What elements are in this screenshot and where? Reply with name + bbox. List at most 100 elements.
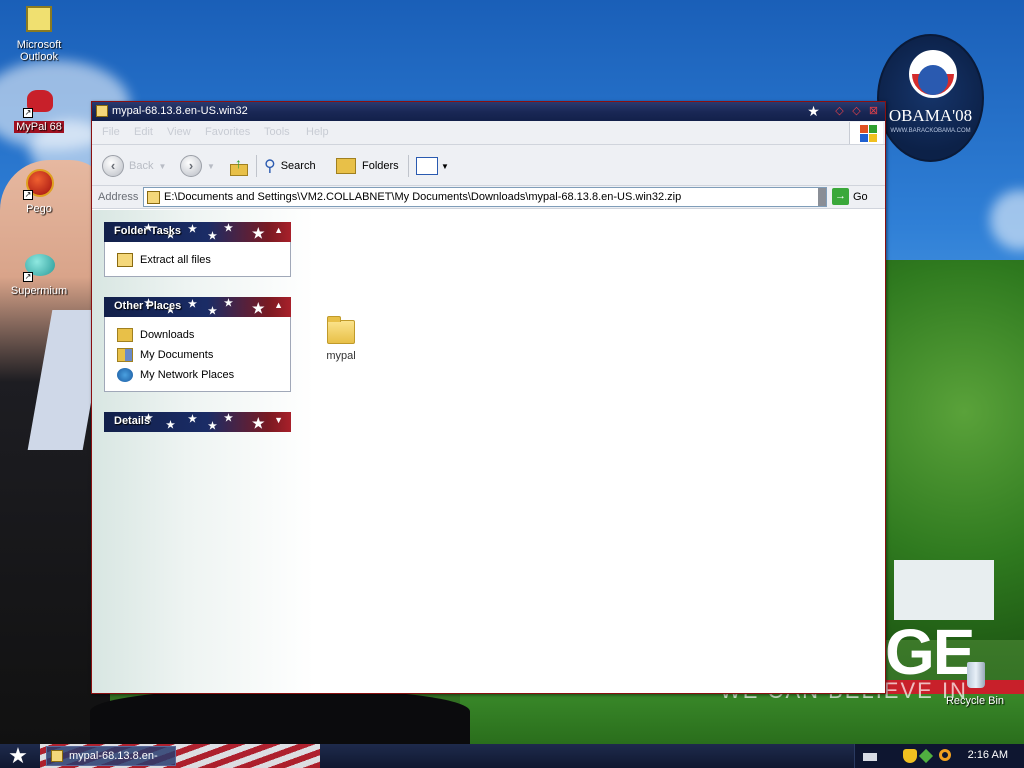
- up-folder-button[interactable]: ↑: [229, 153, 249, 179]
- folder-tasks-header[interactable]: ★ ★ ★ ★ ★ ★ Folder Tasks ▲: [104, 222, 291, 242]
- other-places-body: Downloads My Documents My Network Places: [104, 317, 291, 392]
- back-button[interactable]: ‹ Back ▼: [102, 153, 166, 179]
- toolbar-separator: [408, 155, 409, 177]
- other-places-header[interactable]: ★ ★ ★ ★ ★ ★ Other Places ▲: [104, 297, 291, 317]
- badge-name: OBAMA'08: [888, 106, 973, 125]
- star-icon: ★: [188, 224, 197, 235]
- link-downloads[interactable]: Downloads: [117, 325, 290, 345]
- menu-help[interactable]: Help: [306, 126, 329, 138]
- details-header[interactable]: ★ ★ ★ ★ ★ ★ Details ▼: [104, 412, 291, 432]
- star-icon: ★: [807, 103, 820, 119]
- taskbar: ★ mypal-68.13.8.en- 2:16 AM: [0, 744, 1024, 768]
- star-icon: ★: [224, 413, 233, 424]
- windows-logo-icon: [849, 122, 883, 144]
- zip-folder-icon: [147, 191, 160, 204]
- extract-icon: [117, 253, 133, 267]
- star-icon: ★: [224, 298, 233, 309]
- star-icon: ★: [208, 231, 217, 242]
- address-input[interactable]: E:\Documents and Settings\VM2.COLLABNET\…: [143, 187, 827, 207]
- recycle-bin-icon: [959, 660, 991, 692]
- address-label: Address: [98, 191, 139, 203]
- desktop-icon-supermium[interactable]: ↗ Supermium: [4, 250, 74, 297]
- taskbar-button-label: mypal-68.13.8.en-: [69, 750, 158, 762]
- menu-favorites[interactable]: Favorites: [205, 126, 250, 138]
- menu-edit[interactable]: Edit: [134, 126, 153, 138]
- badge-url: WWW.BARACKOBAMA.COM: [890, 128, 971, 134]
- desktop-icon-mypal[interactable]: ↗ MyPal 68: [4, 86, 74, 133]
- go-button[interactable]: → Go: [832, 188, 868, 205]
- address-dropdown-button[interactable]: [818, 188, 826, 206]
- extract-all-files-label: Extract all files: [140, 254, 211, 266]
- search-tray-icon[interactable]: [939, 749, 951, 761]
- menu-file[interactable]: File: [102, 126, 120, 138]
- desktop-icon-pego[interactable]: ↗ Pego: [4, 168, 74, 215]
- details-title: Details: [114, 415, 151, 427]
- link-label: My Documents: [140, 349, 214, 361]
- outlook-icon: [23, 4, 55, 36]
- forward-dropdown-icon[interactable]: ▼: [207, 162, 215, 171]
- file-label: mypal: [326, 350, 356, 362]
- network-icon[interactable]: [918, 748, 934, 764]
- star-icon: ★: [252, 415, 265, 431]
- forward-button[interactable]: › ▼: [180, 153, 215, 179]
- desktop-icon-label: Microsoft Outlook: [16, 39, 62, 63]
- mypal-icon: ↗: [23, 86, 55, 118]
- security-shield-icon[interactable]: [903, 749, 917, 763]
- folder-tasks-panel: ★ ★ ★ ★ ★ ★ Folder Tasks ▲ Extract all f…: [104, 222, 291, 277]
- pego-icon: ↗: [23, 168, 55, 200]
- minimize-button[interactable]: ◇: [832, 104, 847, 119]
- go-arrow-icon: →: [832, 188, 849, 205]
- star-icon: ★: [252, 225, 265, 241]
- folders-button[interactable]: Folders: [336, 153, 399, 179]
- window-titlebar[interactable]: mypal-68.13.8.en-US.win32 ★ ◇ ◇ ⊠: [92, 102, 885, 121]
- star-icon: ★: [188, 414, 197, 425]
- menu-tools[interactable]: Tools: [264, 126, 290, 138]
- taskbar-button-explorer[interactable]: mypal-68.13.8.en-: [46, 746, 176, 766]
- my-documents-icon: [117, 348, 133, 362]
- star-icon: ★: [224, 223, 233, 234]
- other-places-panel: ★ ★ ★ ★ ★ ★ Other Places ▲ Downloads My …: [104, 297, 291, 392]
- expand-chevron-icon[interactable]: ▼: [274, 415, 283, 425]
- obama-logo-icon: [909, 50, 957, 98]
- explorer-window: mypal-68.13.8.en-US.win32 ★ ◇ ◇ ⊠ File E…: [91, 101, 886, 694]
- window-title: mypal-68.13.8.en-US.win32: [112, 105, 248, 117]
- search-icon: ⚲: [264, 158, 276, 175]
- folders-icon: [336, 158, 356, 174]
- folder-icon: [327, 316, 355, 344]
- back-arrow-icon: ‹: [102, 155, 124, 177]
- zip-folder-icon: [96, 105, 108, 117]
- maximize-button[interactable]: ◇: [849, 104, 864, 119]
- link-label: Downloads: [140, 329, 195, 341]
- clock[interactable]: 2:16 AM: [968, 749, 1008, 761]
- zip-folder-icon: [51, 750, 63, 762]
- cloud: [990, 190, 1024, 250]
- back-dropdown-icon[interactable]: ▼: [158, 162, 166, 171]
- start-button[interactable]: ★: [4, 745, 32, 767]
- desktop-icon-recycle-bin[interactable]: Recycle Bin: [940, 660, 1010, 707]
- obama-badge: OBAMA'08 WWW.BARACKOBAMA.COM: [877, 34, 984, 162]
- extract-all-files-link[interactable]: Extract all files: [117, 250, 290, 270]
- desktop-icon-label: Pego: [26, 203, 52, 215]
- other-places-title: Other Places: [114, 300, 182, 312]
- link-my-documents[interactable]: My Documents: [117, 345, 290, 365]
- folders-label: Folders: [362, 160, 399, 172]
- desktop-icon-label: Supermium: [10, 285, 68, 297]
- collapse-chevron-icon[interactable]: ▲: [274, 300, 283, 310]
- shortcut-arrow-icon: ↗: [23, 190, 33, 200]
- collapse-chevron-icon[interactable]: ▲: [274, 225, 283, 235]
- link-my-network-places[interactable]: My Network Places: [117, 365, 290, 385]
- menu-bar: File Edit View Favorites Tools Help: [92, 121, 885, 145]
- search-label: Search: [280, 160, 316, 172]
- views-button[interactable]: ▼: [416, 153, 449, 179]
- desktop-icon-outlook[interactable]: Microsoft Outlook: [4, 4, 74, 63]
- search-button[interactable]: ⚲ Search: [264, 153, 316, 179]
- wallpaper-dark-figure: [90, 690, 470, 744]
- menu-view[interactable]: View: [167, 126, 191, 138]
- star-icon: ★: [166, 420, 175, 431]
- file-item-mypal[interactable]: mypal: [318, 316, 364, 362]
- keyboard-icon[interactable]: [863, 753, 877, 761]
- star-icon: ★: [208, 306, 217, 317]
- star-icon: ★: [188, 299, 197, 310]
- close-button[interactable]: ⊠: [866, 104, 881, 119]
- folder-icon: [117, 328, 133, 342]
